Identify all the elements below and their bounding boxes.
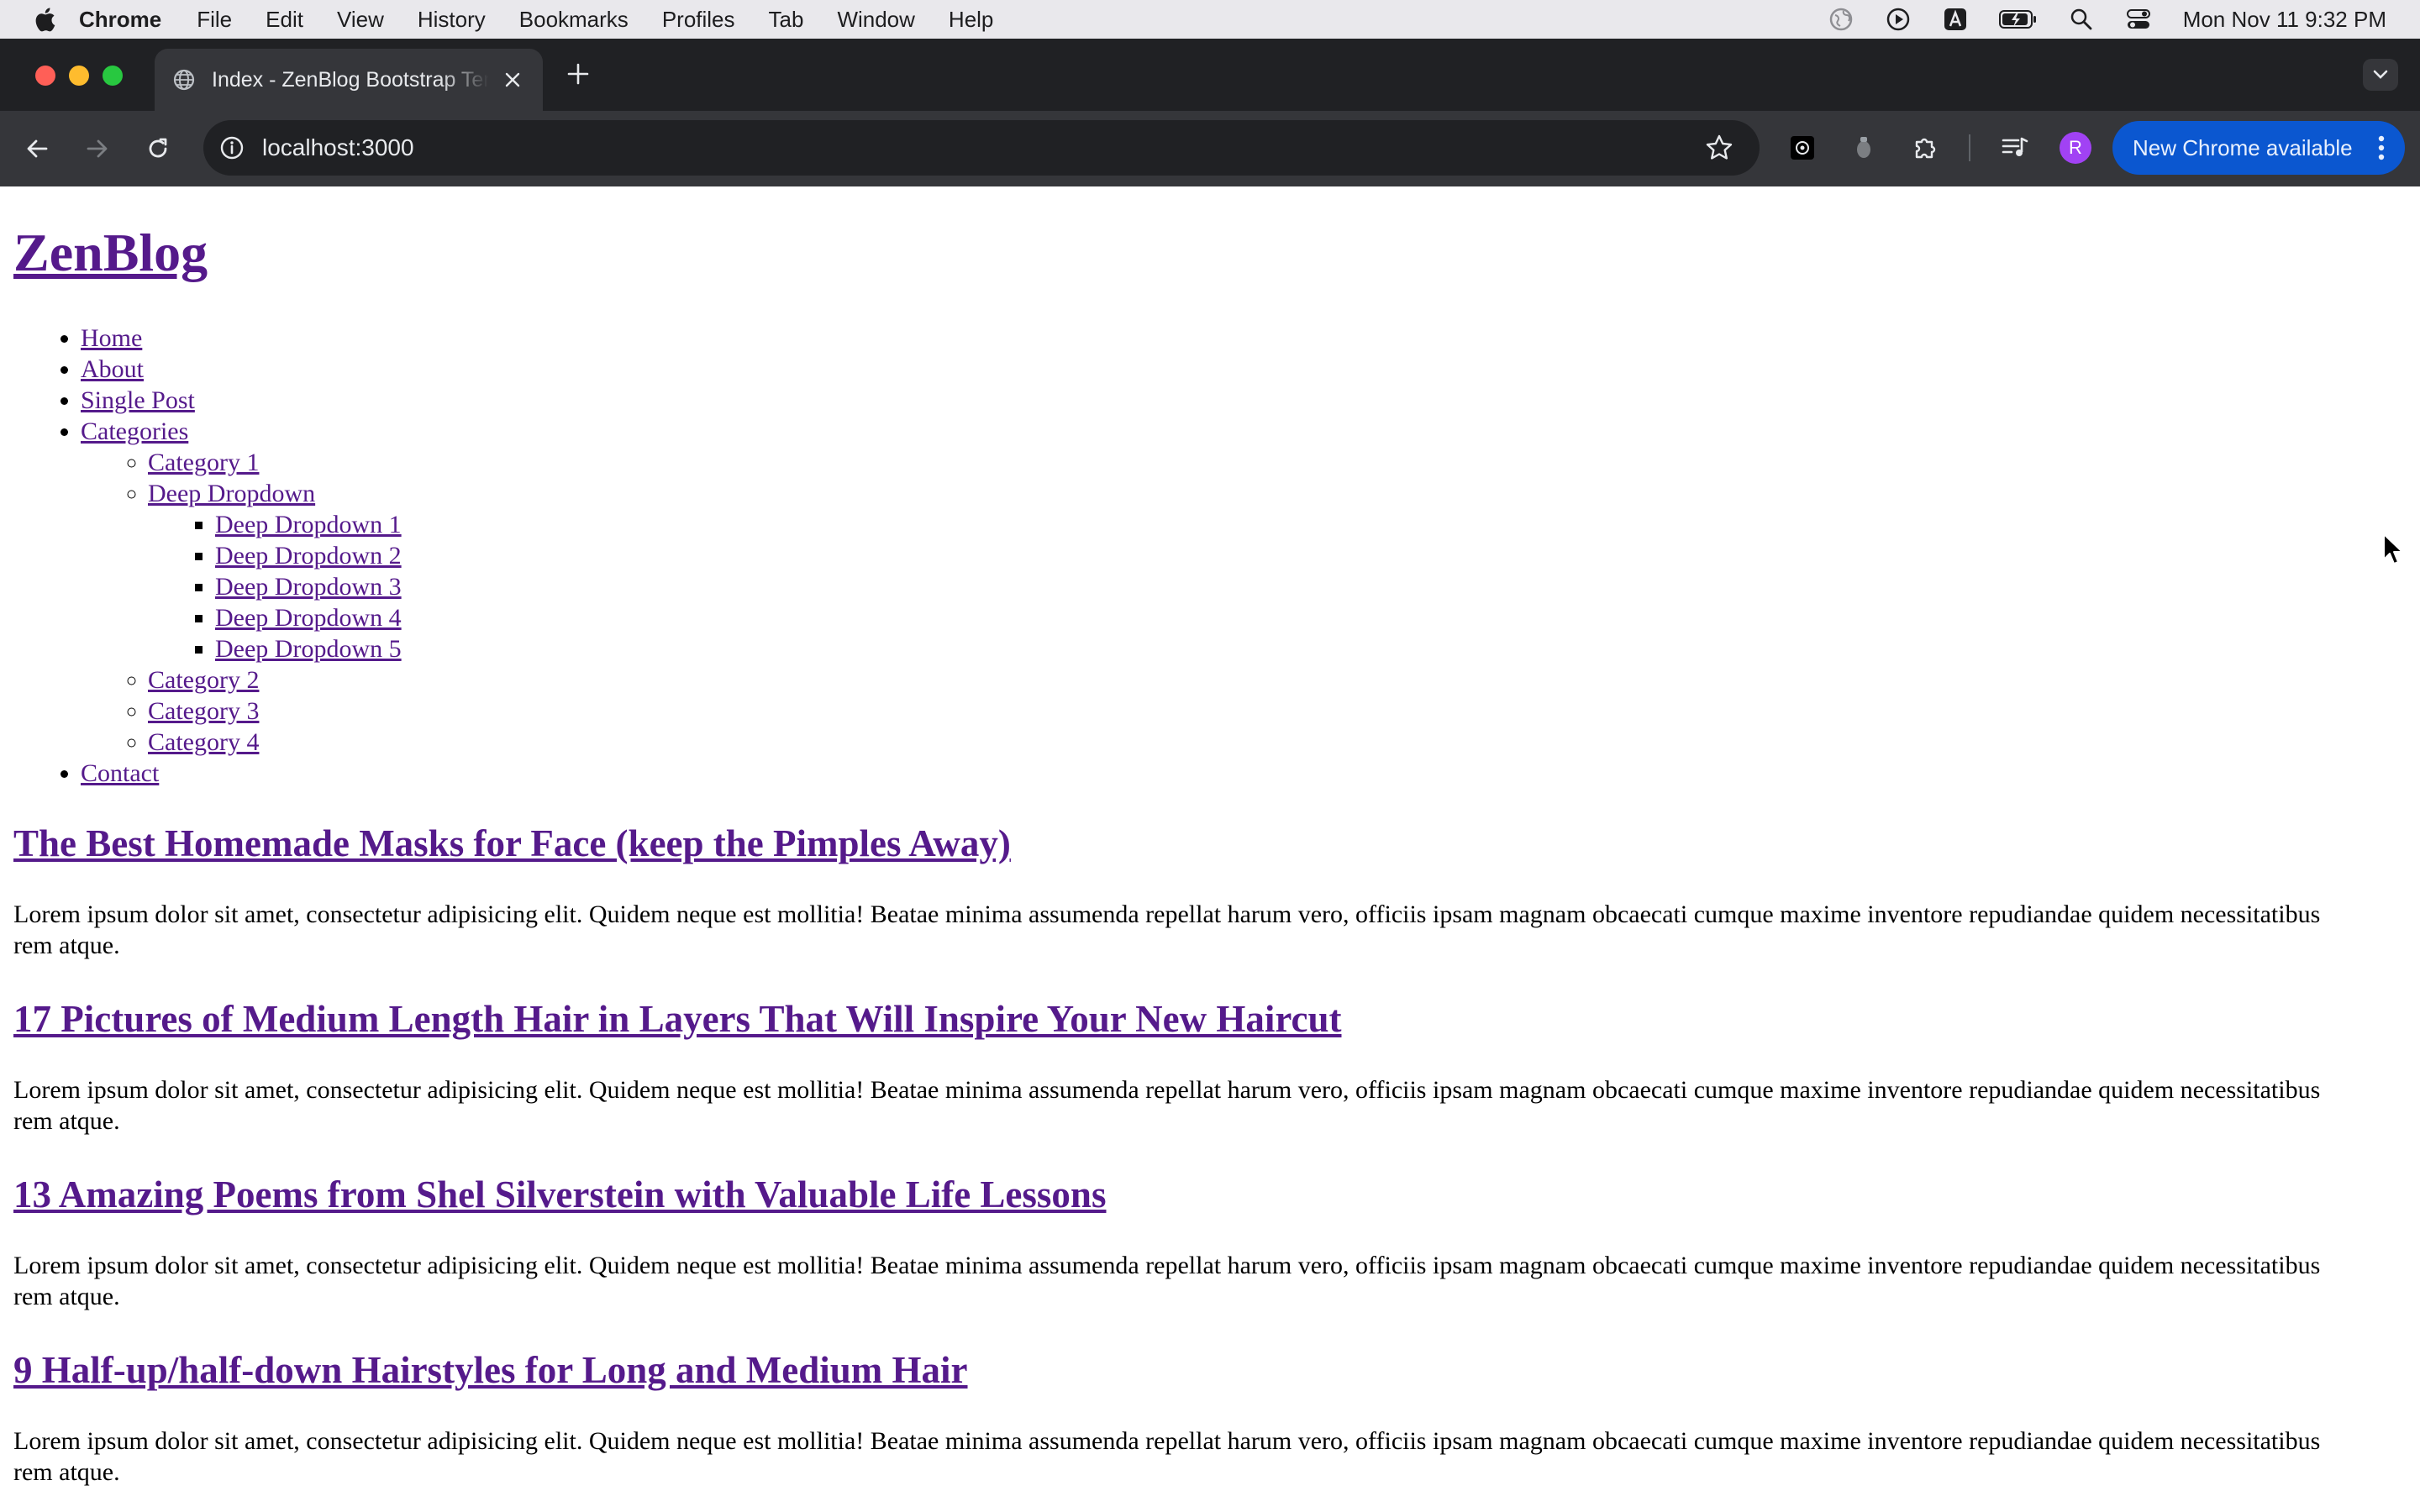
nav-item-deep-4: Deep Dropdown 4 bbox=[215, 602, 402, 633]
globe-icon bbox=[171, 67, 197, 92]
post-excerpt: Lorem ipsum dolor sit amet, consectetur … bbox=[13, 1076, 2321, 1135]
nav-link-category-4[interactable]: Category 4 bbox=[148, 728, 259, 756]
profile-avatar[interactable]: R bbox=[2060, 132, 2091, 164]
new-tab-plus-icon[interactable] bbox=[565, 60, 592, 87]
nav-item-single-post: Single Post bbox=[81, 385, 402, 416]
address-bar[interactable]: localhost:3000 bbox=[203, 120, 1760, 176]
toolbar-divider bbox=[1969, 134, 1970, 161]
menu-profiles[interactable]: Profiles bbox=[662, 7, 735, 33]
logo-link[interactable]: ZenBlog bbox=[13, 223, 208, 282]
post-title-link[interactable]: 17 Pictures of Medium Length Hair in Lay… bbox=[13, 998, 1342, 1040]
window-close-button[interactable] bbox=[35, 66, 55, 86]
menu-edit[interactable]: Edit bbox=[266, 7, 303, 33]
site-info-icon[interactable] bbox=[215, 131, 249, 165]
reload-icon[interactable] bbox=[141, 132, 175, 165]
menu-file[interactable]: File bbox=[197, 7, 232, 33]
nav-item-category-1: Category 1 bbox=[148, 447, 402, 478]
post-title: 13 Amazing Poems from Shel Silverstein w… bbox=[13, 1173, 1106, 1216]
tab-search-chevron-icon[interactable] bbox=[2363, 59, 2398, 91]
vpn-globe-icon[interactable] bbox=[1827, 5, 1855, 34]
keyboard-a-icon[interactable] bbox=[1941, 5, 1970, 34]
new-chrome-available-button[interactable]: New Chrome available bbox=[2112, 121, 2405, 175]
post-title-link[interactable]: The Best Homemade Masks for Face (keep t… bbox=[13, 822, 1011, 864]
tab-close-icon[interactable] bbox=[501, 68, 524, 92]
nav-item-deep-1: Deep Dropdown 1 bbox=[215, 509, 402, 540]
menu-app-chrome[interactable]: Chrome bbox=[79, 7, 161, 33]
post-excerpt: Lorem ipsum dolor sit amet, consectetur … bbox=[13, 1427, 2321, 1486]
extension-gray-drop-icon[interactable] bbox=[1847, 131, 1881, 165]
control-center-icon[interactable] bbox=[2124, 5, 2153, 34]
nav-item-category-3: Category 3 bbox=[148, 696, 402, 727]
bookmark-star-icon[interactable] bbox=[1704, 133, 1734, 163]
media-controls-icon[interactable] bbox=[1998, 131, 2032, 165]
nav-link-deep-dropdown-5[interactable]: Deep Dropdown 5 bbox=[215, 635, 402, 663]
post-title: The Best Homemade Masks for Face (keep t… bbox=[13, 822, 1011, 865]
nav-link-single-post[interactable]: Single Post bbox=[81, 386, 195, 414]
post-excerpt: Lorem ipsum dolor sit amet, consectetur … bbox=[13, 1252, 2321, 1310]
menu-bookmarks[interactable]: Bookmarks bbox=[519, 7, 629, 33]
nav-link-category-3[interactable]: Category 3 bbox=[148, 697, 259, 725]
nav-link-deep-dropdown[interactable]: Deep Dropdown bbox=[148, 480, 315, 507]
post-title-link[interactable]: 13 Amazing Poems from Shel Silverstein w… bbox=[13, 1173, 1106, 1215]
nav-link-deep-dropdown-3[interactable]: Deep Dropdown 3 bbox=[215, 573, 402, 601]
kebab-menu-icon[interactable] bbox=[2373, 133, 2390, 163]
menu-tab[interactable]: Tab bbox=[769, 7, 804, 33]
nav-item-categories: Categories Category 1 Deep Dropdown Deep… bbox=[81, 416, 402, 758]
nav-item-contact: Contact bbox=[81, 758, 402, 789]
nav-link-deep-dropdown-4[interactable]: Deep Dropdown 4 bbox=[215, 604, 402, 632]
categories-submenu: Category 1 Deep Dropdown Deep Dropdown 1… bbox=[148, 447, 402, 758]
tab-title: Index - ZenBlog Bootstrap Template bbox=[212, 67, 489, 92]
apple-logo-icon[interactable] bbox=[34, 5, 59, 34]
extensions-puzzle-icon[interactable] bbox=[1909, 131, 1943, 165]
nav-link-category-1[interactable]: Category 1 bbox=[148, 449, 259, 476]
menu-history[interactable]: History bbox=[418, 7, 486, 33]
nav-link-home[interactable]: Home bbox=[81, 324, 142, 352]
window-minimize-button[interactable] bbox=[69, 66, 89, 86]
forward-arrow-icon[interactable] bbox=[81, 132, 114, 165]
nav-link-deep-dropdown-2[interactable]: Deep Dropdown 2 bbox=[215, 542, 402, 570]
menubar-clock[interactable]: Mon Nov 11 9:32 PM bbox=[2183, 7, 2386, 33]
browser-tab-active[interactable]: Index - ZenBlog Bootstrap Template bbox=[155, 49, 543, 111]
mouse-pointer-icon bbox=[2381, 533, 2407, 566]
main-nav: Home About Single Post Categories Catego… bbox=[81, 323, 402, 789]
deep-dropdown-submenu: Deep Dropdown 1 Deep Dropdown 2 Deep Dro… bbox=[215, 509, 402, 664]
nav-link-category-2[interactable]: Category 2 bbox=[148, 666, 259, 694]
site-logo: ZenBlog bbox=[13, 222, 208, 284]
nav-link-contact[interactable]: Contact bbox=[81, 759, 159, 787]
nav-item-category-4: Category 4 bbox=[148, 727, 402, 758]
post-excerpt: Lorem ipsum dolor sit amet, consectetur … bbox=[13, 900, 2321, 959]
nav-link-categories[interactable]: Categories bbox=[81, 417, 188, 445]
menu-help[interactable]: Help bbox=[949, 7, 993, 33]
nav-item-deep-dropdown: Deep Dropdown Deep Dropdown 1 Deep Dropd… bbox=[148, 478, 402, 664]
nav-link-about[interactable]: About bbox=[81, 355, 144, 383]
url-text[interactable]: localhost:3000 bbox=[262, 134, 414, 161]
nav-link-deep-dropdown-1[interactable]: Deep Dropdown 1 bbox=[215, 511, 402, 538]
battery-charging-icon[interactable] bbox=[1998, 5, 2039, 34]
menu-window[interactable]: Window bbox=[837, 7, 914, 33]
webpage-viewport: ZenBlog Home About Single Post Categorie… bbox=[0, 186, 2420, 1512]
back-arrow-icon[interactable] bbox=[20, 132, 54, 165]
update-label: New Chrome available bbox=[2133, 134, 2353, 160]
post-title: 9 Half-up/half-down Hairstyles for Long … bbox=[13, 1349, 968, 1392]
nav-item-deep-5: Deep Dropdown 5 bbox=[215, 633, 402, 664]
nav-item-deep-3: Deep Dropdown 3 bbox=[215, 571, 402, 602]
extension-dark-square-icon[interactable] bbox=[1786, 131, 1819, 165]
menu-view[interactable]: View bbox=[337, 7, 384, 33]
nav-item-deep-2: Deep Dropdown 2 bbox=[215, 540, 402, 571]
post-title-link[interactable]: 9 Half-up/half-down Hairstyles for Long … bbox=[13, 1349, 968, 1391]
window-zoom-button[interactable] bbox=[103, 66, 123, 86]
spotlight-search-icon[interactable] bbox=[2067, 5, 2096, 34]
menubar-status-area: Mon Nov 11 9:32 PM bbox=[1798, 0, 2386, 39]
macos-menubar: Chrome File Edit View History Bookmarks … bbox=[0, 0, 2420, 39]
post-title: 17 Pictures of Medium Length Hair in Lay… bbox=[13, 998, 1342, 1041]
play-circle-icon[interactable] bbox=[1884, 5, 1912, 34]
nav-item-about: About bbox=[81, 354, 402, 385]
nav-item-category-2: Category 2 bbox=[148, 664, 402, 696]
nav-item-home: Home bbox=[81, 323, 402, 354]
